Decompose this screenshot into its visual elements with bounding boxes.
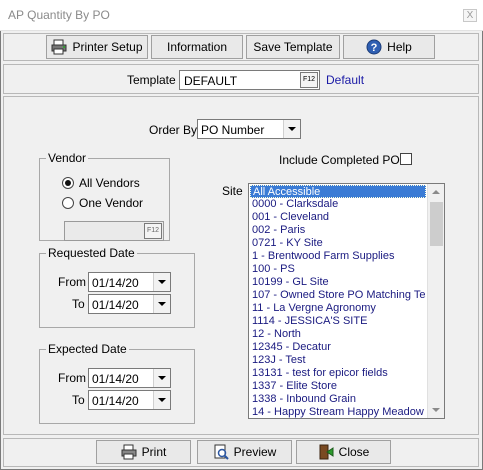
expected-to-date[interactable]: 01/14/20 (88, 390, 171, 410)
site-list-item[interactable]: 12 - North (250, 328, 426, 341)
requested-date-group: Requested Date From 01/14/20 To 01/14/20 (39, 246, 195, 328)
all-vendors-label: All Vendors (79, 176, 140, 190)
help-icon: ? (366, 39, 382, 55)
expected-date-group: Expected Date From 01/14/20 To 01/14/20 (39, 342, 195, 424)
radio-selected-icon (62, 177, 74, 189)
window-close-button[interactable]: X (463, 9, 477, 22)
information-button[interactable]: Information (151, 35, 243, 59)
main-panel: Order By PO Number Vendor All Vendors On… (3, 96, 479, 435)
dropdown-arrow-icon[interactable] (153, 295, 170, 313)
site-listbox[interactable]: All Accessible 0000 - Clarksdale 001 - Cle… (248, 183, 445, 419)
site-list-item[interactable]: 001 - Cleveland (250, 211, 426, 224)
one-vendor-radio[interactable]: One Vendor (62, 196, 143, 210)
requested-from-date[interactable]: 01/14/20 (88, 272, 171, 292)
close-label: Close (338, 445, 370, 459)
expected-date-legend: Expected Date (48, 342, 127, 356)
site-list-item[interactable]: 002 - Paris (250, 224, 426, 237)
radio-unselected-icon (62, 197, 74, 209)
site-list-item[interactable]: 1 - Brentwood Farm Supplies (250, 250, 426, 263)
template-bar: Template DEFAULT F12 Default (3, 64, 479, 94)
printer-setup-button[interactable]: Printer Setup (46, 35, 148, 59)
requested-to-label: To (72, 297, 85, 311)
include-completed-checkbox[interactable] (400, 153, 412, 165)
template-lookup-button[interactable]: F12 (300, 72, 318, 88)
site-list-item[interactable]: All Accessible (250, 185, 426, 198)
template-input[interactable]: DEFAULT F12 (179, 70, 320, 90)
site-list-item[interactable]: 1337 - Elite Store (250, 380, 426, 393)
dropdown-arrow-icon[interactable] (283, 120, 300, 138)
save-template-button[interactable]: Save Template (246, 35, 340, 59)
expected-to-label: To (72, 393, 85, 407)
requested-to-value: 01/14/20 (92, 298, 139, 312)
close-button[interactable]: Close (296, 440, 391, 464)
site-list-item[interactable]: 0000 - Clarksdale (250, 198, 426, 211)
expected-from-date[interactable]: 01/14/20 (88, 368, 171, 388)
dropdown-arrow-icon[interactable] (153, 391, 170, 409)
template-default-link[interactable]: Default (326, 73, 364, 87)
printer-setup-icon (51, 39, 67, 55)
printer-setup-label: Printer Setup (72, 40, 143, 54)
template-label: Template (127, 73, 176, 87)
order-by-label: Order By (149, 123, 198, 137)
preview-button[interactable]: Preview (197, 440, 292, 464)
expected-from-label: From (58, 371, 86, 385)
requested-from-label: From (58, 275, 86, 289)
site-label: Site (222, 184, 243, 198)
expected-to-value: 01/14/20 (92, 394, 139, 408)
dropdown-arrow-icon[interactable] (153, 369, 170, 387)
scroll-down-icon[interactable] (432, 408, 440, 412)
information-label: Information (166, 40, 228, 54)
site-list-items: All Accessible 0000 - Clarksdale 001 - Cle… (250, 185, 426, 418)
order-by-select[interactable]: PO Number (197, 119, 301, 139)
print-label: Print (141, 445, 167, 459)
svg-text:?: ? (371, 42, 378, 54)
template-value: DEFAULT (184, 74, 238, 88)
expected-from-value: 01/14/20 (92, 372, 139, 386)
dropdown-arrow-icon[interactable] (153, 273, 170, 291)
title-bar: AP Quantity By PO X (0, 0, 483, 31)
preview-icon (213, 444, 229, 460)
requested-to-date[interactable]: 01/14/20 (88, 294, 171, 314)
save-template-label: Save Template (253, 40, 333, 54)
requested-date-legend: Requested Date (48, 246, 135, 260)
toolbar: Printer Setup Information Save Template … (3, 33, 479, 61)
preview-label: Preview (233, 445, 277, 459)
scroll-up-icon[interactable] (432, 190, 440, 194)
all-vendors-radio[interactable]: All Vendors (62, 176, 140, 190)
include-completed-label: Include Completed POs (279, 153, 406, 167)
site-list-item[interactable]: 11 - La Vergne Agronomy (250, 302, 426, 315)
site-list-item[interactable]: 0721 - KY Site (250, 237, 426, 250)
site-list-item[interactable]: 10199 - GL Site (250, 276, 426, 289)
requested-from-value: 01/14/20 (92, 276, 139, 290)
vendor-input: F12 (64, 221, 164, 241)
site-list-item[interactable]: 13131 - test for epicor fields (250, 367, 426, 380)
print-button[interactable]: Print (96, 440, 191, 464)
site-list-item[interactable]: 12345 - Decatur (250, 341, 426, 354)
footer-bar: Print Preview Close (3, 438, 479, 467)
order-by-value: PO Number (201, 123, 265, 137)
one-vendor-label: One Vendor (79, 196, 144, 210)
vendor-group: Vendor All Vendors One Vendor F12 (39, 151, 170, 241)
vendor-legend: Vendor (48, 151, 87, 165)
window-title: AP Quantity By PO (8, 8, 110, 22)
help-label: Help (387, 40, 412, 54)
vendor-lookup-button: F12 (144, 223, 162, 239)
print-icon (121, 444, 137, 460)
close-icon (318, 444, 334, 460)
site-list-item[interactable]: 1114 - JESSICA'S SITE (250, 315, 426, 328)
site-list-item[interactable]: 100 - PS (250, 263, 426, 276)
help-button[interactable]: ? Help (343, 35, 435, 59)
site-list-item[interactable]: 1338 - Inbound Grain (250, 393, 426, 406)
site-list-item[interactable]: 14 - Happy Stream Happy Meadow Ch (250, 406, 426, 418)
site-list-item[interactable]: 107 - Owned Store PO Matching Test (250, 289, 426, 302)
scroll-thumb[interactable] (430, 202, 443, 246)
site-list-item[interactable]: 123J - Test (250, 354, 426, 367)
site-scrollbar[interactable] (427, 184, 444, 418)
